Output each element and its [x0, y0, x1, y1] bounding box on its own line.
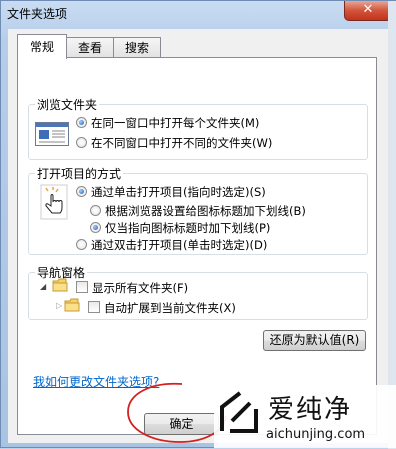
double-click-radio[interactable] — [76, 239, 87, 250]
watermark-url: aichunjing.com — [266, 427, 366, 442]
watermark-logo-icon — [220, 391, 258, 433]
folder-icon-2 — [64, 298, 80, 312]
tab-general[interactable]: 常规 — [17, 34, 67, 59]
title-bar[interactable]: 文件夹选项 ✕ — [1, 1, 395, 23]
auto-expand-label: 自动扩展到当前文件夹(X) — [104, 301, 236, 315]
single-click-radio[interactable] — [76, 186, 87, 197]
show-all-folders-label: 显示所有文件夹(F) — [92, 281, 189, 295]
tab-view[interactable]: 查看 — [66, 37, 114, 58]
tree-expanded-icon: ◢ — [40, 282, 47, 291]
single-click-label: 通过单击打开项目(指向时选定)(S) — [91, 185, 266, 199]
underline-browser-label: 根据浏览器设置给图标标题加下划线(B) — [105, 204, 306, 218]
folder-icon — [52, 278, 68, 292]
browse-folders-icon — [35, 122, 69, 146]
tab-search[interactable]: 搜索 — [113, 37, 161, 58]
underline-hover-label: 仅当指向图标标题时加下划线(P) — [105, 221, 271, 235]
tab-view-label: 查看 — [77, 41, 102, 55]
close-button[interactable]: ✕ — [344, 1, 392, 21]
window-title: 文件夹选项 — [7, 7, 68, 21]
browse-new-window-radio[interactable] — [76, 137, 87, 148]
auto-expand-checkbox[interactable] — [88, 301, 100, 313]
watermark: 爱纯净 aichunjing.com — [214, 385, 396, 448]
tab-general-label: 常规 — [29, 40, 54, 54]
browse-folders-title: 浏览文件夹 — [35, 96, 100, 113]
browse-new-window-label: 在不同窗口中打开不同的文件夹(W) — [91, 136, 273, 150]
general-panel: 浏览文件夹 在同一窗口中打开每个文件夹(M) 在不同窗口中打开不同的文件夹(W)… — [17, 57, 377, 435]
watermark-brand: 爱纯净 — [268, 395, 353, 425]
browse-same-window-radio[interactable] — [76, 117, 87, 128]
click-items-title: 打开项目的方式 — [35, 165, 124, 182]
show-all-folders-checkbox[interactable] — [76, 281, 88, 293]
browse-same-window-label: 在同一窗口中打开每个文件夹(M) — [91, 116, 260, 130]
underline-hover-radio[interactable] — [90, 222, 101, 233]
tree-collapsed-icon: ▷ — [56, 301, 63, 310]
double-click-label: 通过双击打开项目(单击时选定)(D) — [91, 238, 268, 252]
underline-browser-radio[interactable] — [90, 205, 101, 216]
right-edge-strip — [388, 1, 396, 449]
restore-defaults-button[interactable]: 还原为默认值(R) — [263, 330, 366, 351]
tab-search-label: 搜索 — [124, 41, 149, 55]
hand-pointer-icon — [40, 184, 68, 220]
